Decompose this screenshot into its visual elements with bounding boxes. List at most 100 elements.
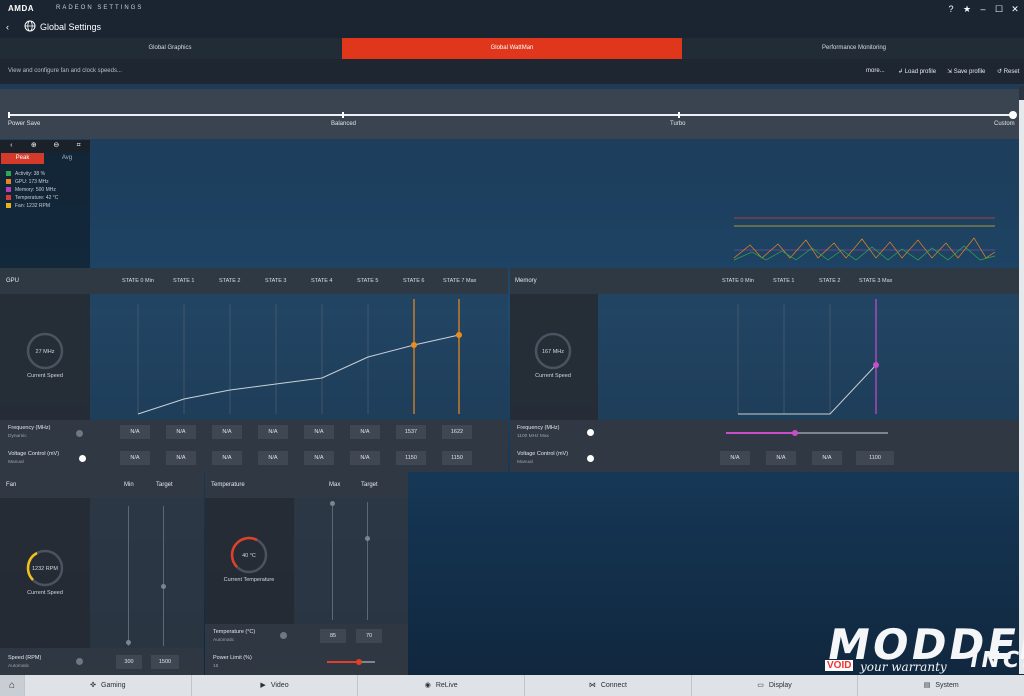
nav-system[interactable]: ▤ System xyxy=(857,675,1024,696)
legend-fan[interactable]: Fan: 1232 RPM xyxy=(6,202,50,210)
minimize-button[interactable]: – xyxy=(977,3,989,15)
memory-voltage-toggle[interactable] xyxy=(587,455,594,462)
profile-tick-power-save[interactable] xyxy=(8,112,10,118)
gpu-voltage-toggle[interactable] xyxy=(79,455,86,462)
fan-speed-target[interactable]: 1500 xyxy=(151,655,179,669)
legend-gpu[interactable]: GPU: 173 MHz xyxy=(6,178,49,186)
home-button[interactable]: ⌂ xyxy=(0,675,24,696)
favorite-icon[interactable]: ★ xyxy=(961,3,973,15)
temperature-mode: Automatic xyxy=(213,638,235,643)
memory-frequency-slider-handle[interactable] xyxy=(792,430,798,436)
zoom-in-icon[interactable]: ⊕ xyxy=(23,140,46,152)
temperature-toggle[interactable] xyxy=(280,632,287,639)
app-name: RADEON SETTINGS xyxy=(56,5,144,11)
tab-peak[interactable]: Peak xyxy=(1,153,44,164)
power-limit-value: 15 xyxy=(213,664,219,669)
help-icon[interactable]: ? xyxy=(945,3,957,15)
gpu-volt-state-0[interactable]: N/A xyxy=(120,451,150,465)
gpu-volt-state-6[interactable]: 1150 xyxy=(396,451,426,465)
scrollbar-thumb[interactable] xyxy=(1019,100,1024,674)
temperature-max[interactable]: 85 xyxy=(320,629,346,643)
zoom-out-icon[interactable]: ⊖ xyxy=(45,140,68,152)
tab-global-wattman[interactable]: Global WattMan xyxy=(342,38,682,59)
gpu-freq-state-7[interactable]: 1622 xyxy=(442,425,472,439)
fan-min-slider[interactable] xyxy=(128,506,129,646)
fan-target-slider[interactable] xyxy=(163,506,164,646)
checkbox-icon xyxy=(6,195,11,201)
fan-min-header: Min xyxy=(124,482,134,488)
activity-chart-lines xyxy=(733,217,996,261)
temperature-slider-area xyxy=(294,498,408,624)
profile-slider-handle[interactable] xyxy=(1009,111,1017,119)
gpu-freq-state-3[interactable]: N/A xyxy=(258,425,288,439)
legend-temperature[interactable]: Temperature: 42 °C xyxy=(6,194,58,202)
chart-back-icon[interactable]: ‹ xyxy=(0,140,23,152)
close-button[interactable]: ✕ xyxy=(1009,3,1021,15)
fan-slider-area xyxy=(90,498,204,648)
watermark-void: VOID xyxy=(825,660,854,671)
gpu-voltage-row xyxy=(0,446,508,472)
legend-label: Activity: 38 % xyxy=(15,171,46,177)
fan-speed-toggle[interactable] xyxy=(76,658,83,665)
nav-connect[interactable]: ⋈ Connect xyxy=(524,675,691,696)
gpu-freq-state-5[interactable]: N/A xyxy=(350,425,380,439)
memory-state-3-point[interactable] xyxy=(873,362,879,368)
reset-button[interactable]: ↺ Reset xyxy=(997,68,1019,75)
memory-frequency-toggle[interactable] xyxy=(587,429,594,436)
fan-target-handle[interactable] xyxy=(161,584,166,589)
profile-tick-balanced[interactable] xyxy=(342,112,344,118)
maximize-button[interactable]: ☐ xyxy=(993,3,1005,15)
gpu-curve-line xyxy=(137,334,460,415)
reset-icon: ↺ xyxy=(997,69,1004,75)
more-link[interactable]: more... xyxy=(866,68,885,74)
tab-global-graphics[interactable]: Global Graphics xyxy=(0,38,340,59)
nav-display[interactable]: ▭ Display xyxy=(690,675,858,696)
legend-memory[interactable]: Memory: 500 MHz xyxy=(6,186,56,194)
profile-tick-turbo[interactable] xyxy=(678,112,680,118)
gpu-freq-state-4[interactable]: N/A xyxy=(304,425,334,439)
nav-relive[interactable]: ◉ ReLive xyxy=(357,675,524,696)
memory-volt-state-2[interactable]: N/A xyxy=(812,451,842,465)
memory-title: Memory xyxy=(515,278,537,284)
memory-state-2-header: STATE 2 xyxy=(819,278,841,284)
memory-volt-state-0[interactable]: N/A xyxy=(720,451,750,465)
memory-curve-line xyxy=(738,364,877,415)
gpu-volt-state-4[interactable]: N/A xyxy=(304,451,334,465)
nav-gaming[interactable]: ✜ Gaming xyxy=(24,675,191,696)
load-profile-button[interactable]: ↲ Load profile xyxy=(898,68,936,75)
temperature-target-slider[interactable] xyxy=(367,502,368,620)
tab-performance-monitoring[interactable]: Performance Monitoring xyxy=(684,38,1024,59)
gpu-freq-state-0[interactable]: N/A xyxy=(120,425,150,439)
gpu-freq-state-6[interactable]: 1537 xyxy=(396,425,426,439)
temperature-target[interactable]: 70 xyxy=(356,629,382,643)
nav-gaming-label: Gaming xyxy=(101,682,126,689)
fan-speed-min[interactable]: 300 xyxy=(116,655,142,669)
tab-bar: Global Graphics Global WattMan Performan… xyxy=(0,38,1024,59)
tab-avg[interactable]: Avg xyxy=(45,153,89,164)
power-limit-slider-handle[interactable] xyxy=(356,659,362,665)
gpu-state-6-point[interactable] xyxy=(411,342,417,348)
temperature-max-slider[interactable] xyxy=(332,502,333,620)
gpu-volt-state-5[interactable]: N/A xyxy=(350,451,380,465)
gpu-freq-state-1[interactable]: N/A xyxy=(166,425,196,439)
gpu-volt-state-2[interactable]: N/A xyxy=(212,451,242,465)
nav-video[interactable]: ▶ Video xyxy=(190,675,358,696)
gpu-freq-state-2[interactable]: N/A xyxy=(212,425,242,439)
profile-slider-track[interactable] xyxy=(8,114,1012,116)
gpu-volt-state-3[interactable]: N/A xyxy=(258,451,288,465)
fan-min-handle[interactable] xyxy=(126,640,131,645)
memory-volt-state-1[interactable]: N/A xyxy=(766,451,796,465)
nav-video-label: Video xyxy=(270,682,289,689)
back-button[interactable]: ‹ xyxy=(6,22,16,32)
temperature-max-handle[interactable] xyxy=(330,501,335,506)
save-profile-button[interactable]: ⇲ Save profile xyxy=(947,68,985,75)
temperature-target-handle[interactable] xyxy=(365,536,370,541)
memory-volt-state-3[interactable]: 1100 xyxy=(856,451,894,465)
legend-activity[interactable]: Activity: 38 % xyxy=(6,170,45,178)
gpu-state-7-point[interactable] xyxy=(456,332,462,338)
crop-icon[interactable]: ⌗ xyxy=(68,140,91,152)
gpu-frequency-toggle[interactable] xyxy=(76,430,83,437)
checkbox-icon xyxy=(6,187,11,193)
gpu-volt-state-7[interactable]: 1150 xyxy=(442,451,472,465)
gpu-volt-state-1[interactable]: N/A xyxy=(166,451,196,465)
